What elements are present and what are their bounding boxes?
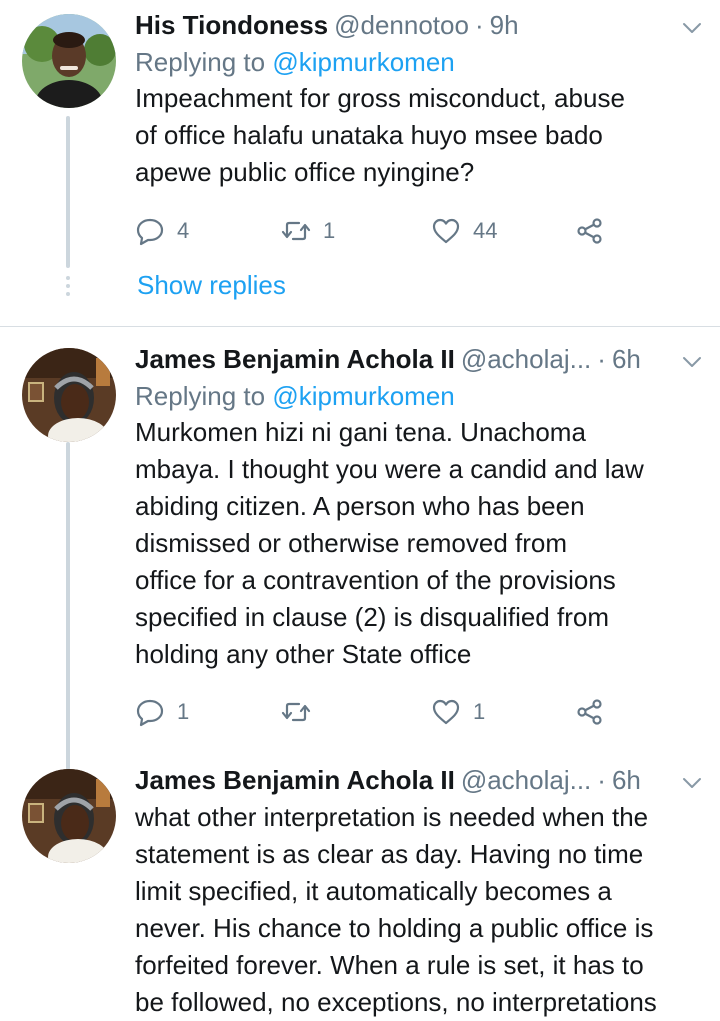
reply-button[interactable]: 4: [135, 216, 281, 246]
reply-count: 4: [177, 218, 190, 243]
tweet-text: what other interpretation is needed when…: [135, 799, 704, 1021]
reply-count: 1: [177, 699, 190, 724]
like-button[interactable]: 44: [431, 216, 575, 246]
tweet-1[interactable]: His Tiondoness @dennotoo · 9h Replying t…: [0, 0, 720, 326]
tweet-header: His Tiondoness @dennotoo · 9h: [135, 8, 704, 42]
display-name[interactable]: His Tiondoness: [135, 8, 328, 42]
like-icon: [432, 218, 460, 244]
mention-link[interactable]: @kipmurkomen: [272, 381, 454, 411]
retweet-icon: [281, 702, 311, 722]
tweet-text-line: what other interpretation is needed when…: [135, 802, 649, 832]
tweet-text: Impeachment for gross misconduct, abuse …: [135, 80, 704, 191]
tweet-text-line: holding any other State office: [135, 639, 472, 669]
tweet-text-line: never. His chance to holding a public of…: [135, 913, 654, 943]
tweet-text-line: statement is as clear as day. Having no …: [135, 839, 644, 869]
replying-to-label: Replying to: [135, 47, 266, 77]
like-icon: [432, 699, 460, 725]
tweet-text-line: Murkomen hizi ni gani tena. Unachoma: [135, 417, 586, 447]
share-button[interactable]: [575, 216, 605, 246]
tweet-header: James Benjamin Achola II @acholaj... · 6…: [135, 763, 704, 797]
tweet-text-line: mbaya. I thought you were a candid and l…: [135, 454, 644, 484]
reply-icon: [136, 218, 164, 246]
tweet-3[interactable]: James Benjamin Achola II @acholaj... · 6…: [0, 757, 720, 1019]
retweet-icon: [281, 221, 311, 241]
user-handle[interactable]: @acholaj...: [461, 763, 591, 797]
replying-to: Replying to @kipmurkomen: [135, 378, 704, 414]
chevron-down-icon[interactable]: [680, 16, 704, 40]
retweet-button[interactable]: [281, 697, 431, 727]
chevron-down-icon[interactable]: [680, 350, 704, 374]
tweet-text-line: abiding citizen. A person who has been: [135, 491, 585, 521]
like-count: 44: [473, 218, 498, 243]
tweet-text-line: Impeachment for gross misconduct, abuse: [135, 83, 625, 113]
like-button[interactable]: 1: [431, 697, 575, 727]
separator: ·: [597, 344, 606, 374]
separator: ·: [474, 10, 484, 40]
tweet-text-line: be followed, no exceptions, no interpret…: [135, 987, 657, 1017]
show-replies-link[interactable]: Show replies: [137, 270, 286, 301]
replying-to: Replying to @kipmurkomen: [135, 44, 704, 80]
display-name[interactable]: James Benjamin Achola II: [135, 342, 455, 376]
tweet-actions: 4 1 44: [135, 216, 605, 246]
avatar[interactable]: [22, 348, 116, 442]
timestamp[interactable]: 6h: [612, 342, 641, 376]
tweet-text-line: forfeited forever. When a rule is set, i…: [135, 950, 644, 980]
display-name[interactable]: James Benjamin Achola II: [135, 763, 455, 797]
tweet-text-line: apewe public office nyingine?: [135, 157, 475, 187]
tweet-text-line: limit specified, it automatically become…: [135, 876, 612, 906]
user-handle[interactable]: @dennotoo: [334, 8, 469, 42]
tweet-header: James Benjamin Achola II @acholaj... · 6…: [135, 342, 704, 376]
share-icon: [577, 699, 602, 725]
mention-link[interactable]: @kipmurkomen: [272, 47, 454, 77]
tweet-2[interactable]: James Benjamin Achola II @acholaj... · 6…: [0, 327, 720, 770]
retweet-count: 1: [323, 218, 336, 243]
share-button[interactable]: [575, 697, 605, 727]
thread-line: [66, 116, 70, 268]
chevron-down-icon[interactable]: [680, 771, 704, 795]
user-handle[interactable]: @acholaj...: [461, 342, 591, 376]
share-icon: [577, 218, 602, 244]
tweet-text: Murkomen hizi ni gani tena. Unachoma mba…: [135, 414, 704, 673]
tweet-actions: 1 1: [135, 697, 605, 727]
like-count: 1: [473, 699, 486, 724]
avatar[interactable]: [22, 14, 116, 108]
avatar[interactable]: [22, 769, 116, 863]
tweet-text-line: of office halafu unataka huyo msee bado: [135, 120, 603, 150]
tweet-text-line: specified in clause (2) is disqualified …: [135, 602, 609, 632]
retweet-button[interactable]: 1: [281, 216, 431, 246]
timestamp[interactable]: 9h: [490, 8, 519, 42]
timestamp[interactable]: 6h: [612, 763, 641, 797]
reply-icon: [136, 699, 164, 727]
separator: ·: [597, 765, 606, 795]
thread-line: [66, 442, 70, 770]
tweet-text-line: dismissed or otherwise removed from: [135, 528, 568, 558]
replying-to-label: Replying to: [135, 381, 266, 411]
thread-dots: [65, 276, 71, 300]
tweet-text-line: office for a contravention of the provis…: [135, 565, 616, 595]
reply-button[interactable]: 1: [135, 697, 281, 727]
